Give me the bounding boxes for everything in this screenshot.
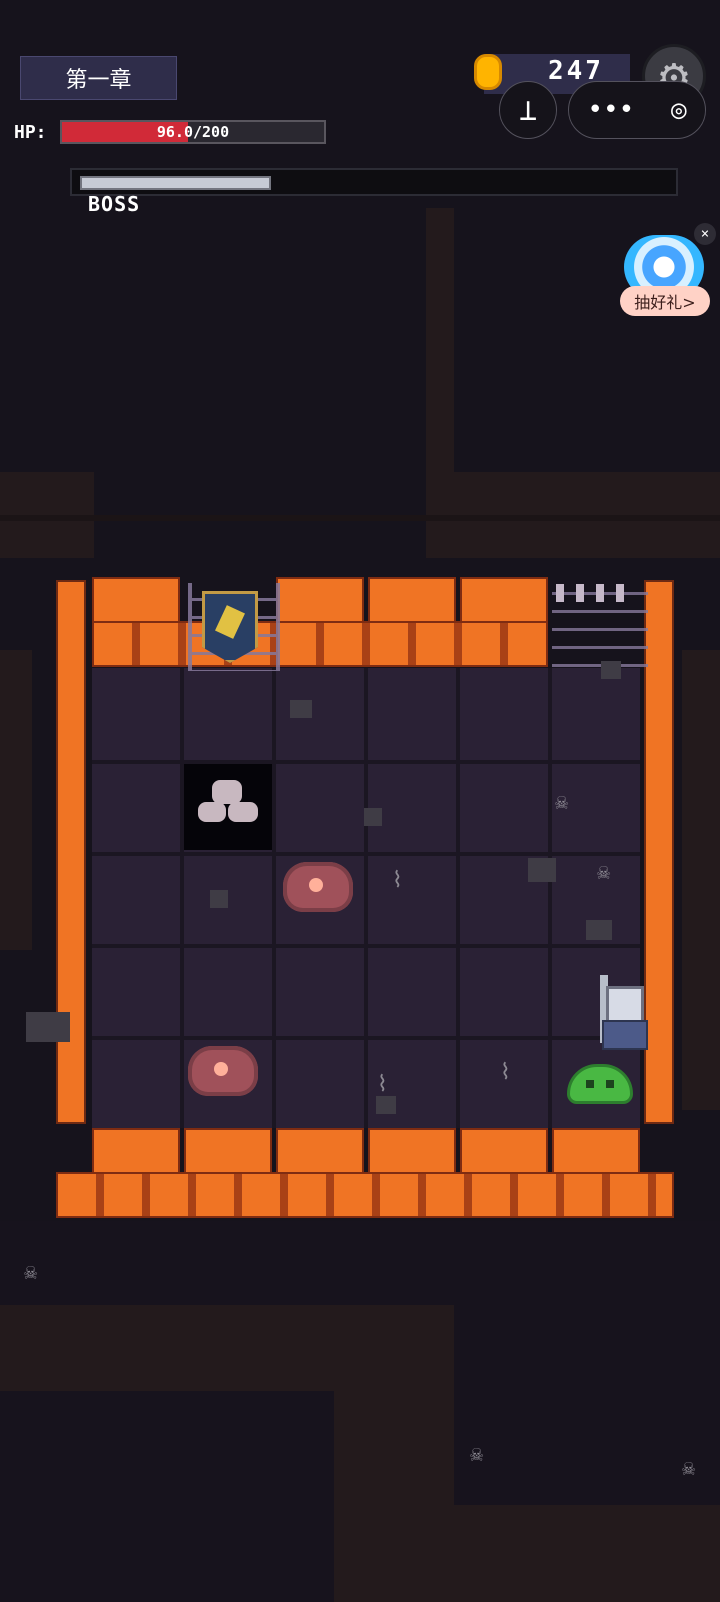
room-right-wall xyxy=(644,580,674,1124)
floor-grid-horizontal-2 xyxy=(92,852,640,856)
spike-4 xyxy=(616,584,624,602)
background-right-wall xyxy=(682,650,720,1110)
bones-icon: ⌇ xyxy=(377,1072,388,1097)
bat-eye xyxy=(309,878,323,892)
bat-eye xyxy=(214,1062,228,1076)
bones-icon: ☠ xyxy=(597,860,611,885)
bones-icon: ☠ xyxy=(470,1442,484,1467)
bottom-wall-tile-4 xyxy=(368,1128,456,1174)
joystick-icon[interactable]: ⊥ xyxy=(499,81,557,139)
boss-health-fill xyxy=(80,176,272,190)
bottom-wall-tile-5 xyxy=(460,1128,548,1174)
knight-body xyxy=(602,1020,648,1050)
boss-label: BOSS xyxy=(88,192,141,216)
chapter-label: 第一章 xyxy=(20,56,177,100)
spike-3 xyxy=(596,584,604,602)
floor-grid-vertical-2 xyxy=(272,668,276,1128)
floor-grid-horizontal-1 xyxy=(92,760,640,764)
bones-icon: ☠ xyxy=(682,1456,696,1481)
lower-brick-right xyxy=(454,1505,720,1602)
floor-grid-horizontal-3 xyxy=(92,944,640,948)
top-wall-tile-3 xyxy=(368,577,456,623)
spike-1 xyxy=(556,584,564,602)
rock xyxy=(26,1012,70,1042)
background-left-wall xyxy=(0,650,32,950)
lower-brick-column xyxy=(334,1305,454,1602)
bones-icon: ⌇ xyxy=(392,868,403,893)
top-wall-lower-bricks xyxy=(92,621,548,667)
floor-grid-horizontal-4 xyxy=(92,1036,640,1040)
bones-icon: ☠ xyxy=(24,1260,38,1285)
boss-health-bar xyxy=(70,168,678,196)
promo-label[interactable]: 抽好礼> xyxy=(620,286,710,316)
mini-program-capsule[interactable]: ••• ◎ xyxy=(568,81,706,139)
spike-2 xyxy=(576,584,584,602)
slime-eye xyxy=(606,1080,614,1088)
hp-label: HP: xyxy=(14,122,47,143)
floor-grid-vertical-1 xyxy=(180,668,184,1128)
top-wall-tile-1 xyxy=(92,577,180,623)
rock xyxy=(601,661,621,679)
floor-grid-vertical-3 xyxy=(364,668,368,1128)
rock xyxy=(586,920,612,940)
bones-icon: ⌇ xyxy=(500,1060,511,1085)
rock xyxy=(364,808,382,826)
slime-eye xyxy=(586,1080,594,1088)
more-icon[interactable]: ••• xyxy=(587,95,634,125)
bottom-wall-tile-1 xyxy=(92,1128,180,1174)
top-wall-tile-2 xyxy=(276,577,364,623)
hp-bar: 96.0/200 xyxy=(60,120,326,144)
bottom-wall-tile-2 xyxy=(184,1128,272,1174)
floor-grid-vertical-5 xyxy=(548,668,552,1128)
lower-brick-row xyxy=(0,1305,340,1391)
rock xyxy=(376,1096,396,1114)
floor-grid-vertical-4 xyxy=(456,668,460,1128)
hp-value: 96.0/200 xyxy=(156,123,230,141)
bottom-wall-tile-6 xyxy=(552,1128,640,1174)
rubble-icon xyxy=(194,768,270,846)
bones-icon: ☠ xyxy=(555,790,569,815)
knight-icon[interactable] xyxy=(606,986,644,1024)
background-center-pillar xyxy=(426,208,454,472)
bottom-wall-lower-bricks xyxy=(56,1172,674,1218)
bottom-wall-tile-3 xyxy=(276,1128,364,1174)
rock xyxy=(528,858,556,882)
room-left-wall xyxy=(56,580,86,1124)
background-brick-line xyxy=(0,515,720,521)
close-target-icon[interactable]: ◎ xyxy=(671,95,687,125)
rock xyxy=(290,700,312,718)
top-wall-tile-4 xyxy=(460,577,548,623)
rock xyxy=(210,890,228,908)
close-icon[interactable]: × xyxy=(694,223,716,245)
coin-icon xyxy=(474,54,502,90)
